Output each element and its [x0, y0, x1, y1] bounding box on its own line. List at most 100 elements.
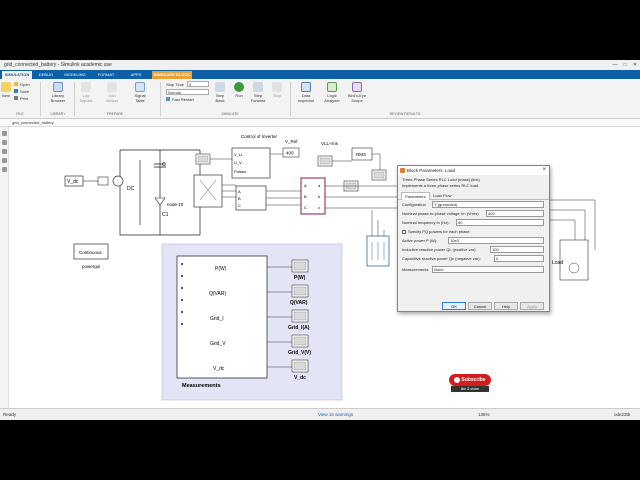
scope-icon: [293, 361, 307, 371]
fn-input[interactable]: 50: [456, 219, 544, 226]
inductive-power-label: Inductive reactive power QL (positive va…: [402, 247, 477, 252]
specify-pq-row: Specify PQ powers for each phase: [398, 227, 549, 236]
powergui-mode: Continuous: [79, 250, 103, 255]
measurements-select[interactable]: None: [432, 266, 544, 273]
ok-button[interactable]: OK: [442, 302, 466, 310]
simulink-window: grid_connected_battery - Simulink academ…: [0, 60, 640, 420]
filter-port-c-in: C: [304, 205, 307, 210]
grid-source-symbol: [568, 262, 580, 274]
scope-icon: [293, 336, 307, 346]
filter-port-b-in: B: [304, 194, 307, 199]
gain-block[interactable]: [97, 176, 109, 186]
scope-icon: [319, 157, 331, 165]
fn-label: Nominal frequency fn (Hz):: [402, 220, 450, 225]
input-port-icon: [181, 323, 183, 325]
measurement-output-grid-i: Grid_I: [210, 316, 224, 322]
dialog-description: Implements a three-phase series RLC load…: [402, 183, 480, 188]
dc-link-wiring: [119, 149, 201, 236]
like-share-badge: like & share: [451, 386, 489, 392]
input-port-icon: [181, 275, 183, 277]
node-label: node 10: [167, 202, 184, 207]
measurement-output-vdc: V_dc: [213, 366, 225, 372]
measurement-output-grid-v: Grid_V: [210, 341, 226, 347]
v-ref-value: 400: [286, 151, 294, 156]
active-power-input[interactable]: 10e3: [448, 237, 544, 244]
input-port-icon: [181, 287, 183, 289]
pwm-port-b: B: [238, 196, 241, 201]
capacitor-c1-label: C1: [162, 212, 169, 218]
filter-port-c-out: c: [318, 205, 320, 210]
capacitive-power-input[interactable]: 0: [494, 255, 544, 262]
pwm-port-a: A: [238, 189, 241, 194]
dc-label: DC: [127, 186, 135, 192]
control-port-uv: U_V: [234, 160, 242, 165]
capacitive-power-label: Capacitive reactive power Qc (negative v…: [402, 256, 481, 261]
vn-label: Nominal phase-to-phase voltage Vn (Vrms): [402, 211, 479, 216]
status-bar: Ready View 16 warnings 135% ode23tb: [0, 408, 640, 420]
scope-grid-v-label: Grid_V(V): [288, 350, 311, 356]
diode-symbol[interactable]: [154, 197, 166, 206]
pwm-port-c: C: [238, 203, 241, 208]
specify-pq-checkbox[interactable]: [402, 229, 406, 234]
rms-label: RMS: [356, 152, 366, 157]
vn-row: Nominal phase-to-phase voltage Vn (Vrms)…: [398, 209, 549, 218]
filter-port-a-in: A: [304, 183, 307, 188]
scope-icon: [293, 311, 307, 321]
bell-icon: [454, 376, 461, 383]
warnings-link[interactable]: View 16 warnings: [318, 409, 353, 420]
scope-grid-i-label: Grid_I(A): [288, 325, 310, 331]
load-label: Load: [552, 260, 563, 266]
scope-icon: [197, 155, 209, 163]
inverter-bridge-block[interactable]: [193, 174, 223, 208]
control-port-vll: V_LL: [234, 152, 244, 157]
scope-icon: [293, 286, 307, 296]
subscribe-badge[interactable]: Subscribe: [449, 374, 491, 386]
grid-source-block[interactable]: [559, 239, 589, 281]
scope-pw-label: P(W): [294, 275, 306, 281]
configuration-label: Configuration: [402, 202, 426, 207]
tab-load-flow[interactable]: Load Flow: [430, 192, 454, 200]
control-port-pulses: Pulses: [234, 169, 246, 174]
scope-icon: [373, 171, 385, 179]
powergui-label: powergui: [82, 264, 100, 269]
scope-qvar-label: Q(VAR): [290, 300, 308, 306]
capacitive-power-row: Capacitive reactive power Qc (negative v…: [398, 254, 549, 263]
fn-row: Nominal frequency fn (Hz): 50: [398, 218, 549, 227]
dialog-title: Block Parameters: Load: [407, 168, 456, 173]
configuration-select[interactable]: Y (grounded): [432, 201, 544, 208]
help-button[interactable]: Help: [494, 302, 518, 310]
inductive-power-input[interactable]: 100: [490, 246, 544, 253]
input-port-icon: [181, 263, 183, 265]
configuration-row: Configuration Y (grounded): [398, 200, 549, 209]
measurement-output-pw: P(W): [215, 266, 227, 272]
block-parameters-dialog: Block Parameters: Load × Three-Phase Ser…: [397, 165, 550, 312]
inductive-power-row: Inductive reactive power QL (positive va…: [398, 245, 549, 254]
solver-name: ode23tb: [614, 412, 631, 417]
apply-button[interactable]: Apply: [520, 302, 544, 310]
close-icon[interactable]: ×: [542, 166, 546, 175]
input-port-icon: [181, 311, 183, 313]
v-dc-source-label: V_dc: [67, 179, 79, 185]
zoom-level: 135%: [478, 412, 490, 417]
specify-pq-label: Specify PQ powers for each phase: [408, 229, 470, 234]
status-ready: Ready: [3, 412, 17, 417]
measurements-label: Measurements: [402, 267, 429, 272]
input-port-icon: [181, 299, 183, 301]
dc-source-symbol[interactable]: [112, 175, 124, 187]
tab-parameters[interactable]: Parameters: [401, 192, 430, 200]
load-wiring: [371, 210, 385, 236]
scope-vdc-label: V_dc: [294, 375, 306, 381]
active-power-label: Active power P (W):: [402, 238, 438, 243]
measurement-output-qvar: Q(VAR): [209, 291, 226, 297]
cancel-button[interactable]: Cancel: [468, 302, 492, 310]
measurements-title: Measurements: [182, 383, 221, 389]
vn-input[interactable]: 400: [486, 210, 544, 217]
v-ref-label: V_Ref: [285, 139, 298, 144]
matlab-logo-icon: [400, 168, 405, 173]
dialog-title-bar[interactable]: Block Parameters: Load ×: [398, 166, 549, 175]
control-title-label: Control of Inverter: [241, 134, 278, 139]
dialog-tabs: Parameters Load Flow: [398, 192, 549, 200]
scope-icon: [293, 261, 307, 271]
measurements-row: Measurements None: [398, 265, 549, 274]
subscribe-label: Subscribe: [461, 377, 486, 383]
